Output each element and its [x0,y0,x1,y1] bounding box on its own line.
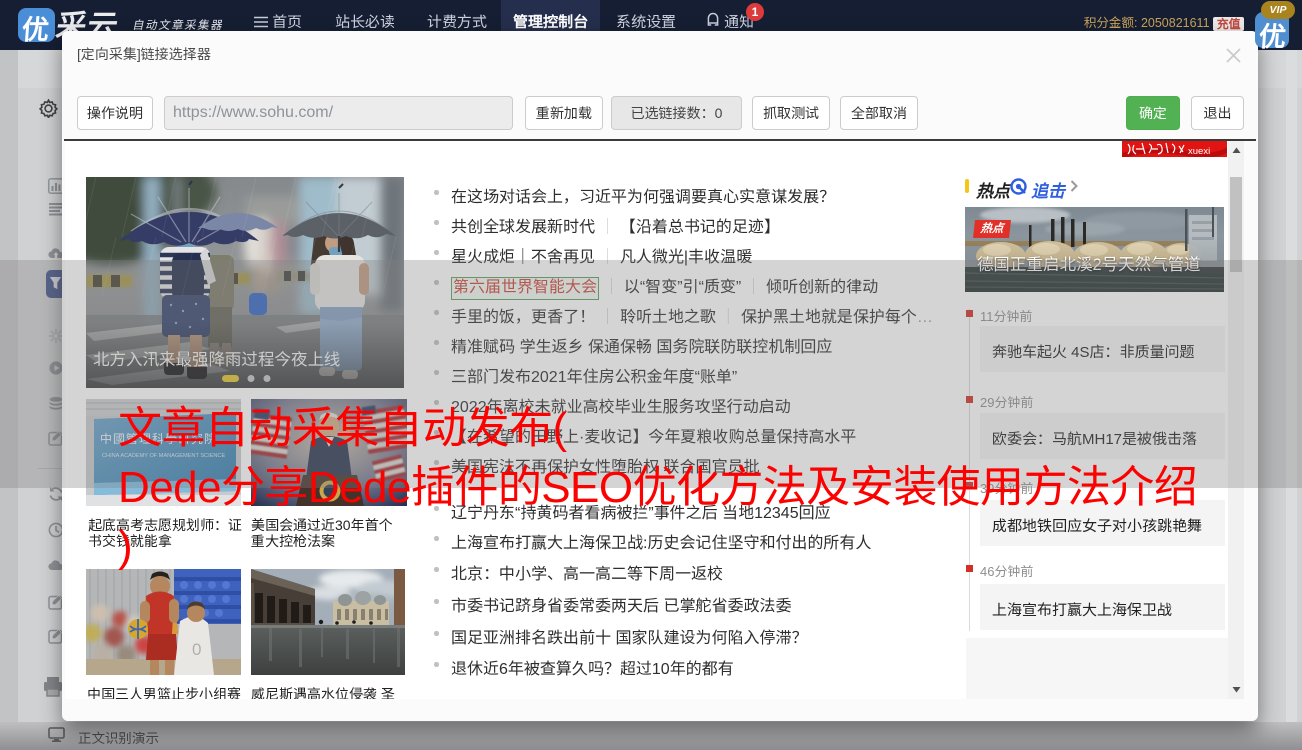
svg-text:0: 0 [192,640,201,659]
svg-text:xuexi: xuexi [1188,146,1210,157]
